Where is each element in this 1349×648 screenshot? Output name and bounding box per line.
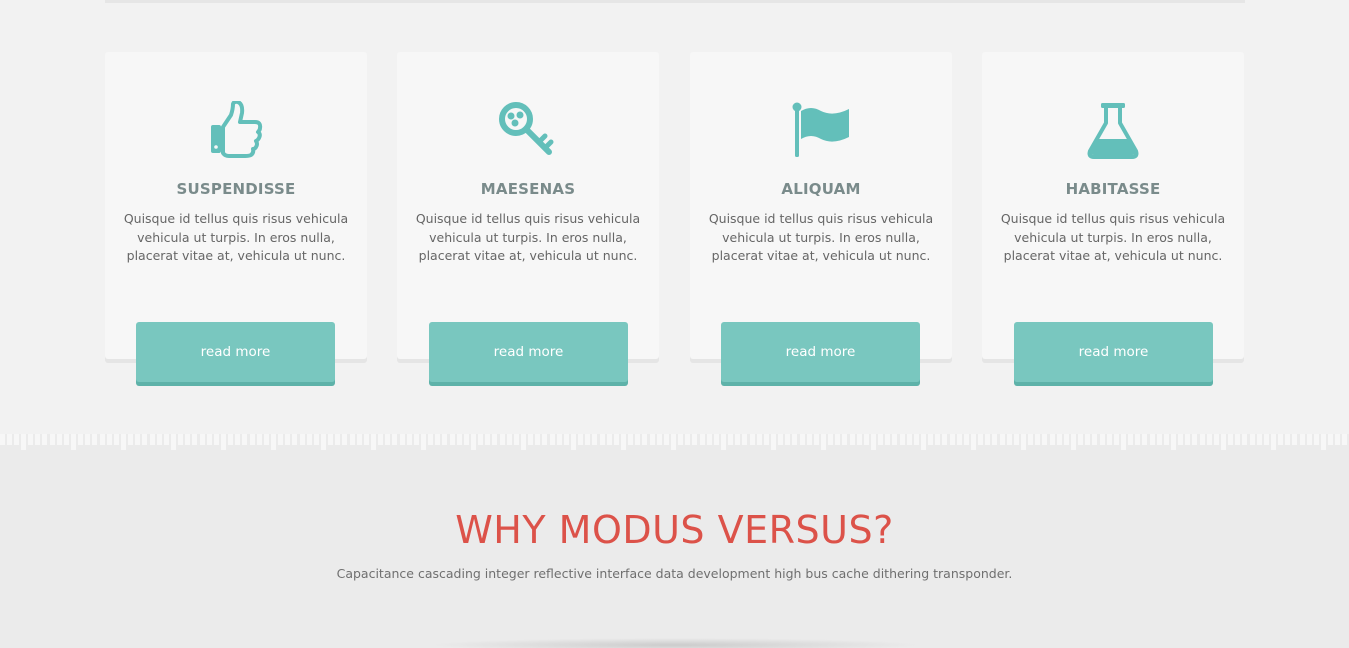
feature-description: Quisque id tellus quis risus vehicula ve… <box>708 211 934 263</box>
read-more-button[interactable]: read more <box>136 322 335 382</box>
feature-description: Quisque id tellus quis risus vehicula ve… <box>1000 211 1226 263</box>
thumbs-up-icon <box>105 100 367 160</box>
top-section-edge <box>105 0 1245 3</box>
feature-title: ALIQUAM <box>781 180 861 198</box>
feature-card-suspendisse: SUSPENDISSE Quisque id tellus quis risus… <box>105 52 367 359</box>
decorative-shadow <box>430 638 920 648</box>
feature-card-aliquam: ALIQUAM Quisque id tellus quis risus veh… <box>690 52 952 359</box>
feature-card-habitasse: HABITASSE Quisque id tellus quis risus v… <box>982 52 1244 359</box>
read-more-button[interactable]: read more <box>721 322 920 382</box>
page: SUSPENDISSE Quisque id tellus quis risus… <box>0 0 1349 648</box>
feature-card-maesenas: MAESENAS Quisque id tellus quis risus ve… <box>397 52 659 359</box>
feature-title: MAESENAS <box>480 180 576 198</box>
feature-description: Quisque id tellus quis risus vehicula ve… <box>415 211 641 263</box>
features-section: SUSPENDISSE Quisque id tellus quis risus… <box>105 52 1245 392</box>
why-section: WHY MODUS VERSUS? Capacitance cascading … <box>0 450 1349 648</box>
section-heading: WHY MODUS VERSUS? <box>455 508 894 552</box>
feature-title: SUSPENDISSE <box>176 180 296 198</box>
read-more-button[interactable]: read more <box>429 322 628 382</box>
feature-title: HABITASSE <box>1065 180 1161 198</box>
flag-icon <box>690 100 952 160</box>
flask-icon <box>982 100 1244 160</box>
section-subheading: Capacitance cascading integer reflective… <box>336 566 1013 581</box>
key-icon <box>397 100 659 160</box>
read-more-button[interactable]: read more <box>1014 322 1213 382</box>
feature-description: Quisque id tellus quis risus vehicula ve… <box>123 211 349 263</box>
